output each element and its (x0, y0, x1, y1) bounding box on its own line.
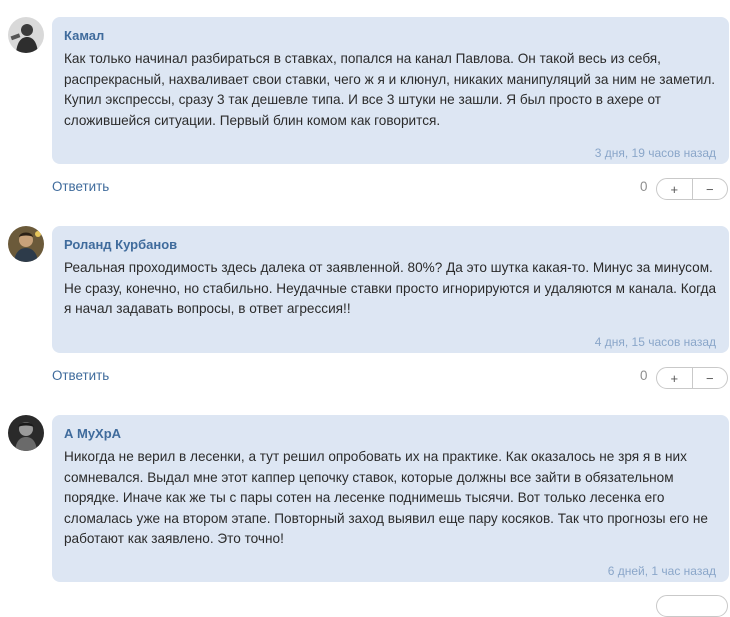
comment-author[interactable]: А МуХрА (64, 425, 717, 443)
avatar[interactable] (8, 17, 44, 53)
comment-author[interactable]: Роланд Курбанов (64, 236, 717, 254)
comment-bubble: Камал Как только начинал разбираться в с… (52, 17, 729, 164)
comment-timestamp: 6 дней, 1 час назад (607, 564, 716, 578)
comment-timestamp: 3 дня, 19 часов назад (594, 146, 716, 160)
avatar[interactable] (8, 226, 44, 262)
reply-link[interactable]: Ответить (52, 179, 109, 194)
comment-bubble: Роланд Курбанов Реальная проходимость зд… (52, 226, 729, 353)
comment-bubble: А МуХрА Никогда не верил в лесенки, а ту… (52, 415, 729, 582)
comment-author[interactable]: Камал (64, 27, 717, 45)
comment-text: Как только начинал разбираться в ставках… (64, 51, 716, 128)
vote-score: 0 (640, 179, 648, 194)
vote-score: 0 (640, 368, 648, 383)
vote-buttons: + − (656, 367, 728, 389)
comment-actions: Ответить 0 + − (52, 177, 730, 201)
comment-timestamp: 4 дня, 15 часов назад (594, 335, 716, 349)
comment-text: Реальная проходимость здесь далека от за… (64, 260, 717, 316)
vote-buttons: + − (656, 178, 728, 200)
comment-text: Никогда не верил в лесенки, а тут решил … (64, 449, 708, 546)
upvote-button[interactable]: + (657, 179, 692, 199)
reply-link[interactable]: Ответить (52, 368, 109, 383)
downvote-button[interactable]: − (691, 368, 728, 388)
upvote-button[interactable]: + (657, 368, 692, 388)
avatar[interactable] (8, 415, 44, 451)
downvote-button[interactable]: − (691, 179, 728, 199)
comment-actions: Ответить 0 + − (52, 366, 730, 390)
vote-buttons[interactable] (656, 595, 728, 617)
